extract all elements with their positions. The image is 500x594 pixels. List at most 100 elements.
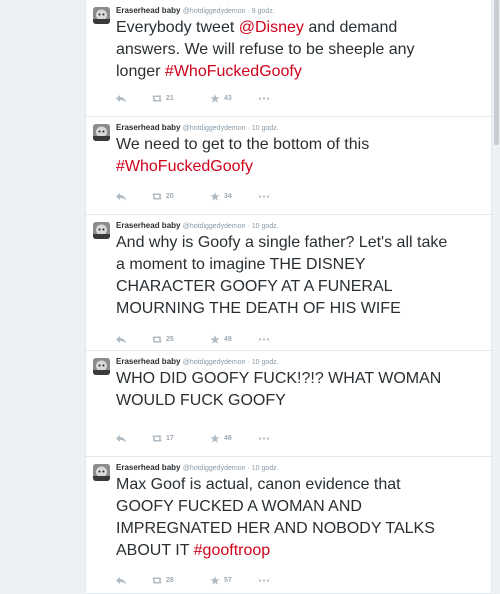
favorite-button[interactable]: 46	[210, 433, 258, 443]
reply-button[interactable]	[116, 94, 136, 103]
hashtag-link[interactable]: #WhoFuckedGoofy	[116, 158, 253, 175]
text-segment: Max Goof is actual, canon evidence that …	[116, 476, 435, 559]
reply-button[interactable]	[116, 576, 136, 585]
retweet-button[interactable]: 17	[152, 434, 210, 443]
tweet[interactable]: Eraserhead baby @hotdiggedydemon · 10 go…	[86, 117, 491, 215]
tweet-text: Max Goof is actual, canon evidence that …	[116, 474, 456, 562]
star-icon	[210, 433, 220, 443]
tweet-header: Eraserhead baby @hotdiggedydemon · 10 go…	[116, 122, 279, 134]
tweet-actions: 20 34	[116, 190, 272, 202]
favorite-button[interactable]: 49	[210, 334, 258, 344]
tweet-text: WHO DID GOOFY FUCK!?!? WHAT WOMAN WOULD …	[116, 368, 456, 412]
favorite-count: 34	[224, 192, 232, 200]
timestamp[interactable]: 10 godz.	[252, 125, 279, 132]
more-icon	[258, 434, 270, 443]
favorite-button[interactable]: 34	[210, 191, 258, 201]
favorite-count: 46	[224, 434, 232, 442]
tweet-actions: 17 46	[116, 432, 272, 444]
avatar[interactable]	[93, 124, 110, 141]
author-name[interactable]: Eraserhead baby	[116, 221, 180, 230]
favorite-count: 49	[224, 335, 232, 343]
author-handle[interactable]: @hotdiggedydemon	[183, 8, 246, 15]
author-name[interactable]: Eraserhead baby	[116, 6, 180, 15]
retweet-count: 28	[166, 576, 174, 584]
tweet-actions: 25 49	[116, 333, 272, 345]
author-handle[interactable]: @hotdiggedydemon	[183, 359, 246, 366]
star-icon	[210, 93, 220, 103]
favorite-count: 43	[224, 94, 232, 102]
timestamp[interactable]: 10 godz.	[252, 223, 279, 230]
timestamp[interactable]: 10 godz.	[252, 359, 279, 366]
hashtag-link[interactable]: #gooftroop	[194, 542, 271, 559]
tweet[interactable]: Eraserhead baby @hotdiggedydemon · 10 go…	[86, 215, 491, 351]
tweet-header: Eraserhead baby @hotdiggedydemon · 10 go…	[116, 356, 279, 368]
retweet-count: 17	[166, 434, 174, 442]
retweet-button[interactable]: 21	[152, 94, 210, 103]
author-handle[interactable]: @hotdiggedydemon	[183, 223, 246, 230]
tweet[interactable]: Eraserhead baby @hotdiggedydemon · 9 god…	[86, 0, 491, 117]
avatar[interactable]	[93, 464, 110, 481]
more-button[interactable]	[258, 576, 272, 585]
favorite-count: 57	[224, 576, 232, 584]
reply-icon	[116, 576, 126, 585]
retweet-icon	[152, 576, 162, 585]
reply-icon	[116, 192, 126, 201]
reply-icon	[116, 335, 126, 344]
favorite-button[interactable]: 57	[210, 575, 258, 585]
more-button[interactable]	[258, 434, 272, 443]
reply-button[interactable]	[116, 434, 136, 443]
more-button[interactable]	[258, 192, 272, 201]
more-icon	[258, 94, 270, 103]
tweet-text: And why is Goofy a single father? Let's …	[116, 232, 456, 320]
tweet-header: Eraserhead baby @hotdiggedydemon · 9 god…	[116, 5, 275, 17]
tweet-text: Everybody tweet @Disney and demand answe…	[116, 17, 456, 83]
avatar[interactable]	[93, 7, 110, 24]
more-icon	[258, 576, 270, 585]
more-icon	[258, 192, 270, 201]
mention-link[interactable]: @Disney	[239, 19, 304, 36]
favorite-button[interactable]: 43	[210, 93, 258, 103]
author-name[interactable]: Eraserhead baby	[116, 357, 180, 366]
retweet-count: 25	[166, 335, 174, 343]
more-icon	[258, 335, 270, 344]
retweet-button[interactable]: 25	[152, 335, 210, 344]
text-segment: We need to get to the bottom of this	[116, 136, 370, 153]
retweet-count: 20	[166, 192, 174, 200]
tweet[interactable]: Eraserhead baby @hotdiggedydemon · 10 go…	[86, 457, 491, 594]
retweet-button[interactable]: 20	[152, 192, 210, 201]
author-handle[interactable]: @hotdiggedydemon	[183, 125, 246, 132]
retweet-count: 21	[166, 94, 174, 102]
text-segment: And why is Goofy a single father? Let's …	[116, 234, 448, 317]
author-handle[interactable]: @hotdiggedydemon	[183, 465, 246, 472]
timestamp[interactable]: 10 godz.	[252, 465, 279, 472]
retweet-icon	[152, 192, 162, 201]
avatar[interactable]	[93, 358, 110, 375]
more-button[interactable]	[258, 94, 272, 103]
author-name[interactable]: Eraserhead baby	[116, 463, 180, 472]
tweet-header: Eraserhead baby @hotdiggedydemon · 10 go…	[116, 462, 279, 474]
hashtag-link[interactable]: #WhoFuckedGoofy	[165, 63, 302, 80]
scrollbar[interactable]	[492, 0, 500, 594]
reply-icon	[116, 434, 126, 443]
reply-button[interactable]	[116, 192, 136, 201]
scrollbar-thumb[interactable]	[494, 0, 499, 145]
text-segment: WHO DID GOOFY FUCK!?!? WHAT WOMAN WOULD …	[116, 370, 442, 409]
text-segment: Everybody tweet	[116, 19, 239, 36]
tweet-actions: 21 43	[116, 92, 272, 104]
tweet-actions: 28 57	[116, 574, 272, 586]
more-button[interactable]	[258, 335, 272, 344]
retweet-icon	[152, 94, 162, 103]
reply-button[interactable]	[116, 335, 136, 344]
avatar[interactable]	[93, 222, 110, 239]
timeline: Eraserhead baby @hotdiggedydemon · 9 god…	[85, 0, 492, 594]
star-icon	[210, 191, 220, 201]
star-icon	[210, 575, 220, 585]
retweet-button[interactable]: 28	[152, 576, 210, 585]
star-icon	[210, 334, 220, 344]
reply-icon	[116, 94, 126, 103]
author-name[interactable]: Eraserhead baby	[116, 123, 180, 132]
tweet[interactable]: Eraserhead baby @hotdiggedydemon · 10 go…	[86, 351, 491, 457]
tweet-header: Eraserhead baby @hotdiggedydemon · 10 go…	[116, 220, 279, 232]
retweet-icon	[152, 434, 162, 443]
timestamp[interactable]: 9 godz.	[252, 8, 275, 15]
